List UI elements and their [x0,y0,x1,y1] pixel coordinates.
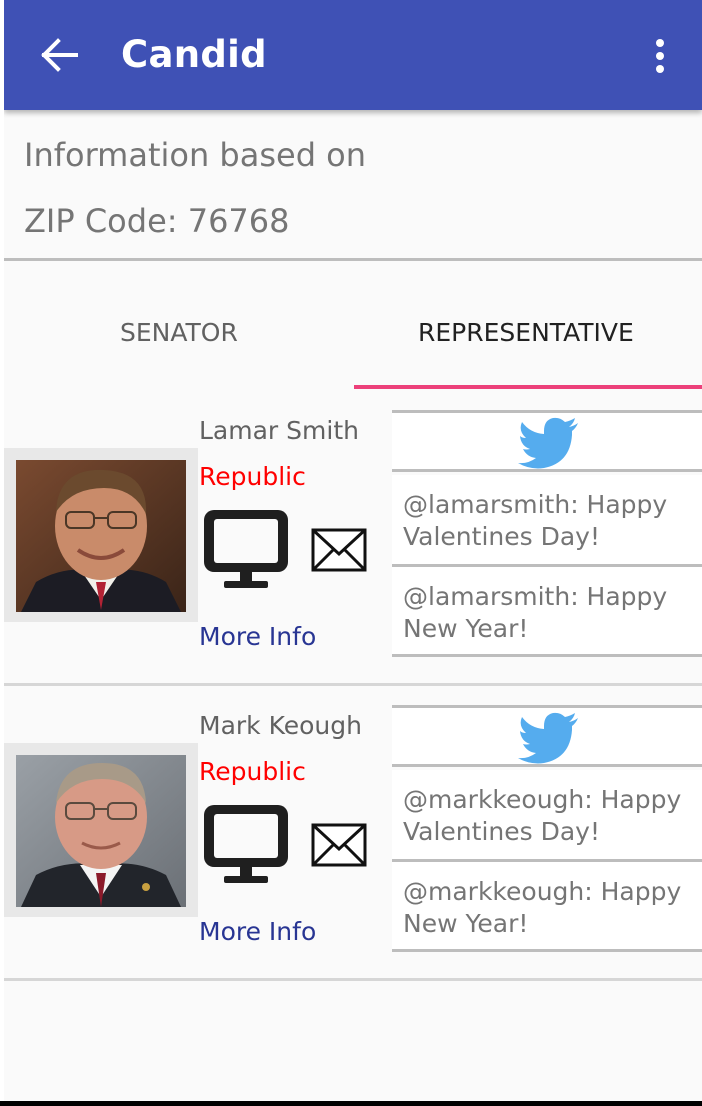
app-bar: Candid [4,0,702,110]
app-title: Candid [121,33,267,76]
portrait-photo [16,460,186,612]
portrait-frame [4,448,198,622]
tweet-text: Valentines Day! [403,522,600,551]
tweet-text: New Year! [403,614,529,643]
tab-senator[interactable]: SENATOR [120,318,238,347]
info-heading: Information based on [24,136,367,174]
tab-indicator [354,385,702,389]
party-label: Republic [199,462,306,491]
party-label: Republic [199,757,306,786]
representative-name: Mark Keough [199,711,362,740]
portrait-frame [4,743,198,917]
tweet-text: @lamarsmith: Happy [403,582,668,611]
representative-card: Mark Keough Republic More Info @markkeou… [4,703,702,978]
tweet-divider [392,949,702,952]
twitter-header [392,410,702,472]
tweet-text: New Year! [403,909,529,938]
twitter-header [392,705,702,767]
tweet-item[interactable]: @lamarsmith: Happy New Year! [392,567,702,657]
twitter-bird-icon[interactable] [518,417,580,469]
tweet-item[interactable]: @markkeough: Happy Valentines Day! [392,770,702,860]
representative-name: Lamar Smith [199,416,359,445]
portrait-photo [16,755,186,907]
card-divider [4,978,702,981]
email-envelope-icon[interactable] [311,528,367,572]
email-envelope-icon[interactable] [311,823,367,867]
more-vert-icon[interactable] [646,36,674,76]
twitter-bird-icon[interactable] [518,712,580,764]
more-info-link[interactable]: More Info [199,917,316,946]
tweet-text: @markkeough: Happy [403,785,682,814]
bottom-edge [0,1101,702,1106]
screen: Candid Information based on ZIP Code: 76… [0,0,702,1106]
website-monitor-icon[interactable] [202,508,290,592]
more-info-link[interactable]: More Info [199,622,316,651]
representative-card: Lamar Smith Republic More Info @lamarsmi… [4,408,702,683]
screen-edge [0,0,4,1106]
tweet-text: @lamarsmith: Happy [403,490,668,519]
info-divider [4,258,702,261]
tweet-text: Valentines Day! [403,817,600,846]
tweet-item[interactable]: @lamarsmith: Happy Valentines Day! [392,475,702,565]
tweet-divider [392,654,702,657]
tab-representative[interactable]: REPRESENTATIVE [418,318,634,347]
arrow-back-icon[interactable] [40,37,80,73]
tweet-text: @markkeough: Happy [403,877,682,906]
zip-code-label: ZIP Code: 76768 [24,202,290,240]
website-monitor-icon[interactable] [202,803,290,887]
card-divider [4,683,702,686]
tweet-item[interactable]: @markkeough: Happy New Year! [392,862,702,952]
